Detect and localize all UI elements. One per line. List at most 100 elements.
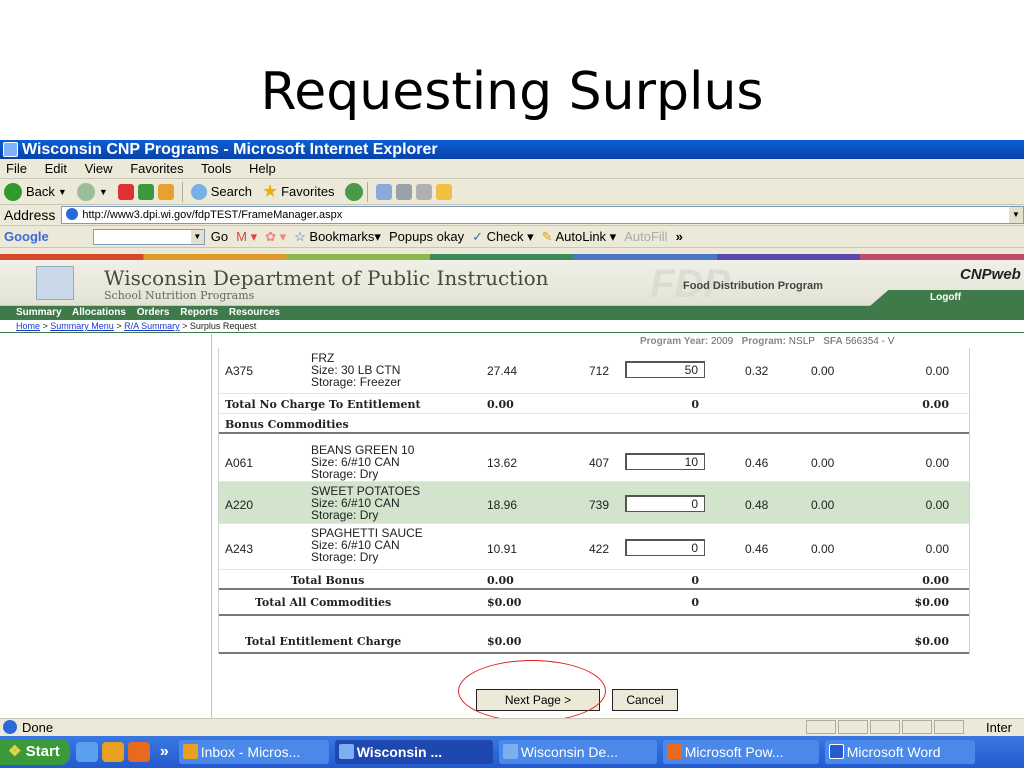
breadcrumb-current: Surplus Request [189,321,257,331]
start-button[interactable]: ❖ Start [0,739,70,765]
breadcrumb-summary-menu[interactable]: Summary Menu [50,321,114,331]
cancel-button[interactable]: Cancel [612,689,678,711]
bonus-commodities-header: Bonus Commodities [219,414,969,434]
task-word[interactable]: Microsoft Word [824,740,975,764]
outlook-quicklaunch-icon[interactable] [101,742,124,762]
google-search-input[interactable]: ▼ [92,228,205,245]
address-bar: Address http://www3.dpi.wi.gov/fdpTEST/F… [0,205,1024,226]
search-button[interactable]: Search [190,183,252,200]
total-all-row: Total All Commodities $0.00 0 $0.00 [219,590,969,616]
status-panels [806,720,966,734]
task-inbox[interactable]: Inbox - Micros... [178,740,329,764]
nav-resources[interactable]: Resources [229,307,280,318]
menu-tools[interactable]: Tools [201,161,231,176]
commodity-table: A375 FRZ Size: 30 LB CTN Storage: Freeze… [218,348,970,654]
site-title: Wisconsin Department of Public Instructi… [104,266,549,290]
print-icon[interactable] [395,183,412,200]
home-icon[interactable] [157,183,174,200]
stop-icon[interactable] [117,183,134,200]
status-bar: Done Inter [0,718,1024,735]
star-icon: ★ [261,181,279,201]
wisconsin-map-logo [36,266,74,300]
menu-view[interactable]: View [85,161,113,176]
refresh-icon[interactable] [137,183,154,200]
quantity-input[interactable]: 0 [625,539,705,556]
mail-icon[interactable] [375,183,392,200]
options-icon[interactable]: ✿ ▾ [265,229,286,245]
folder-icon[interactable] [435,183,452,200]
quantity-input[interactable]: 50 [625,361,705,378]
nav-allocations[interactable]: Allocations [72,307,126,318]
word-icon [828,744,844,759]
total-bonus-row: Total Bonus 0.00 0 0.00 [219,570,969,590]
spellcheck-button[interactable]: ✓ Check ▾ [472,229,534,245]
site-subtitle: School Nutrition Programs [104,289,255,302]
dropdown-icon[interactable]: ▼ [190,229,204,244]
google-logo: Google [4,229,49,244]
toolbar-separator [366,181,368,202]
quantity-input[interactable]: 10 [625,453,705,470]
forward-button[interactable]: ▼ [76,182,108,201]
gmail-icon[interactable]: M ▾ [236,229,257,245]
highlight-oval [458,660,606,722]
more-chevron-icon[interactable]: » [676,229,683,244]
menu-edit[interactable]: Edit [45,161,67,176]
firefox-quicklaunch-icon[interactable] [127,742,150,762]
spacer-row [219,616,969,630]
back-button[interactable]: Back ▼ [4,182,67,201]
window-titlebar[interactable]: Wisconsin CNP Programs - Microsoft Inter… [0,140,1024,159]
table-row: A220 SWEET POTATOES Size: 6/#10 CAN Stor… [219,482,969,524]
nav-reports[interactable]: Reports [180,307,218,318]
forward-arrow-icon [76,182,95,201]
task-wisconsin-de[interactable]: Wisconsin De... [498,740,657,764]
total-entitlement-row: Total Entitlement Charge $0.00 $0.00 [219,630,969,654]
ie-icon [3,142,18,157]
menu-help[interactable]: Help [249,161,276,176]
left-pane [0,334,212,718]
status-text: Done [22,720,54,735]
windows-logo-icon: ❖ [8,743,22,760]
address-label: Address [4,207,56,223]
nav-orders[interactable]: Orders [137,307,170,318]
autolink-icon: ✎ [541,228,553,244]
google-toolbar: Google ▼ Go M ▾ ✿ ▾ ☆ Bookmarks▾ Popups … [0,226,1024,248]
edit-icon[interactable] [415,183,432,200]
history-icon[interactable] [344,182,363,201]
ie-quicklaunch-icon[interactable] [75,742,98,762]
cnpweb-logo: CNPweb [960,266,1021,283]
address-input[interactable]: http://www3.dpi.wi.gov/fdpTEST/FrameMana… [61,206,1024,224]
breadcrumb-ra-summary[interactable]: R/A Summary [124,321,180,331]
search-icon [190,183,207,200]
task-wisconsin-active[interactable]: Wisconsin ... [334,740,493,764]
star-outline-icon: ☆ [294,228,306,244]
total-no-charge-row: Total No Charge To Entitlement 0.00 0 0.… [219,394,969,414]
google-go-button[interactable]: Go [211,229,228,244]
outlook-icon [182,744,198,759]
ie-icon [338,744,354,759]
favorites-button[interactable]: ★ Favorites [262,181,335,202]
spellcheck-icon: ✓ [472,228,484,244]
logoff-link[interactable]: Logoff [870,290,1024,306]
bookmarks-button[interactable]: ☆ Bookmarks▾ [294,229,381,245]
quicklaunch-more-icon[interactable]: » [160,743,169,761]
page-done-icon [3,720,17,734]
toolbar-separator [181,181,183,202]
site-nav: Summary Allocations Orders Reports Resou… [0,306,1024,320]
popups-button[interactable]: Popups okay [389,229,464,244]
internet-zone: Inter [986,720,1013,735]
autolink-button[interactable]: ✎ AutoLink ▾ [542,229,617,245]
breadcrumb: Home > Summary Menu > R/A Summary > Surp… [0,320,1024,333]
menu-file[interactable]: File [6,161,27,176]
breadcrumb-home[interactable]: Home [16,321,40,331]
taskbar: ❖ Start » Inbox - Micros... Wisconsin ..… [0,736,1024,768]
menu-favorites[interactable]: Favorites [130,161,183,176]
address-dropdown-icon[interactable]: ▼ [1009,207,1023,223]
page-icon [66,208,79,220]
quantity-input[interactable]: 0 [625,495,705,512]
slide-title: Requesting Surplus [260,62,764,122]
table-row: A375 FRZ Size: 30 LB CTN Storage: Freeze… [219,348,969,394]
task-powerpoint[interactable]: Microsoft Pow... [662,740,819,764]
table-row: A061 BEANS GREEN 10 Size: 6/#10 CAN Stor… [219,434,969,482]
autofill-button[interactable]: AutoFill [624,229,667,244]
nav-summary[interactable]: Summary [16,307,62,318]
